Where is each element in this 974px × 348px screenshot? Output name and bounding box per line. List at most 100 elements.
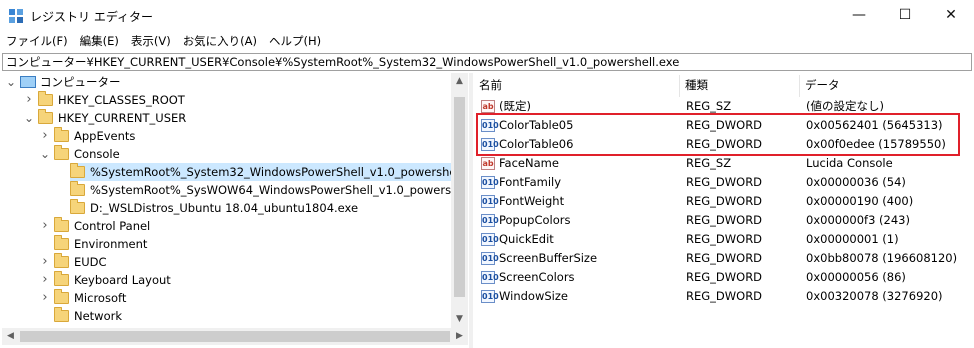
scroll-thumb[interactable] [454,97,465,297]
value-name: PopupColors [499,213,571,227]
chevron-right-icon[interactable]: › [40,289,50,307]
tree-item-label: Microsoft [74,291,127,305]
tree-item[interactable]: ⌄ HKEY_CURRENT_USER [2,109,462,127]
tree-item[interactable]: %SystemRoot%_SysWOW64_WindowsPowerShell_… [2,181,468,199]
binary-value-icon: 010 [481,271,499,284]
chevron-right-icon[interactable]: › [40,271,50,289]
scroll-down-icon[interactable]: ▼ [451,311,468,328]
value-type: REG_DWORD [686,175,763,189]
value-data: 0x00000056 (86) [806,270,906,284]
value-type: REG_DWORD [686,251,763,265]
value-row[interactable]: 010 QuickEdit REG_DWORD 0x00000001 (1) [474,230,974,249]
menu-help[interactable]: ヘルプ(H) [263,31,327,51]
tree-horizontal-scrollbar[interactable]: ◀ ▶ [2,328,468,345]
chevron-right-icon[interactable]: › [40,253,50,271]
value-row[interactable]: 010 FontFamily REG_DWORD 0x00000036 (54) [474,173,974,192]
folder-icon [70,199,85,214]
chevron-right-icon[interactable]: › [40,217,50,235]
address-bar[interactable]: コンピューター¥HKEY_CURRENT_USER¥Console¥%Syste… [2,53,972,71]
tree-item[interactable]: D:_WSLDistros_Ubuntu 18.04_ubuntu1804.ex… [2,199,462,217]
value-type: REG_DWORD [686,232,763,246]
tree-item[interactable]: › AppEvents [2,127,462,145]
maximize-button[interactable]: ☐ [882,0,928,30]
menu-file[interactable]: ファイル(F) [0,31,74,51]
value-row[interactable]: 010 ScreenBufferSize REG_DWORD 0x0bb80078 (… [474,249,974,268]
tree-item[interactable]: › HKEY_CLASSES_ROOT [2,91,462,109]
chevron-down-icon[interactable]: ⌄ [40,145,50,163]
tree-item[interactable]: ⌄ コンピューター [2,73,462,91]
value-type: REG_DWORD [686,270,763,284]
tree-vertical-scrollbar[interactable]: ▲ ▼ [451,73,468,328]
minimize-button[interactable]: — [836,0,882,30]
value-name: ScreenBufferSize [499,251,598,265]
tree-item-label: HKEY_CURRENT_USER [58,111,187,125]
folder-icon [38,91,53,106]
close-button[interactable]: ✕ [928,0,974,30]
scroll-up-icon[interactable]: ▲ [451,73,468,90]
tree-item-label: コンピューター [40,75,121,89]
value-row[interactable]: 010 PopupColors REG_DWORD 0x000000f3 (243) [474,211,974,230]
binary-value-icon: 010 [481,290,499,303]
tree-item-label: AppEvents [74,129,136,143]
value-name: FontFamily [499,175,562,189]
value-row[interactable]: 010 WindowSize REG_DWORD 0x00320078 (327692… [474,287,974,306]
menu-bar: ファイル(F) 編集(E) 表示(V) お気に入り(A) ヘルプ(H) [0,31,974,51]
tree-item[interactable]: Network [2,307,462,325]
tree-item-label: %SystemRoot%_SysWOW64_WindowsPowerShell_… [90,183,468,197]
value-data: 0x00000001 (1) [806,232,899,246]
value-data: 0x00320078 (3276920) [806,289,943,303]
tree-item-label: %SystemRoot%_System32_WindowsPowerShell_… [90,165,468,179]
tree-item-label: Console [74,147,120,161]
tree-item[interactable]: › Microsoft [2,289,462,307]
tree-item[interactable]: %SystemRoot%_System32_WindowsPowerShell_… [70,163,468,181]
pane-splitter[interactable] [469,73,473,348]
column-header-data[interactable]: データ [800,75,974,97]
chevron-down-icon[interactable]: ⌄ [6,73,16,91]
column-header-name[interactable]: 名前 [474,75,680,97]
value-data: 0x000000f3 (243) [806,213,910,227]
value-type: REG_DWORD [686,289,763,303]
folder-icon [54,289,69,304]
value-type: REG_DWORD [686,194,763,208]
folder-icon [54,145,69,160]
key-tree[interactable]: ⌄ コンピューター › HKEY_CLASSES_ROOT ⌄ HKEY_CURRENT_… [2,73,468,348]
folder-icon [54,217,69,232]
value-row[interactable]: ab FaceName REG_SZ Lucida Console [474,154,974,173]
chevron-right-icon[interactable]: › [40,127,50,145]
scroll-left-icon[interactable]: ◀ [2,328,19,345]
tree-item[interactable]: › Control Panel [2,217,462,235]
tree-item-label: EUDC [74,255,107,269]
tree-item-label: Keyboard Layout [74,273,171,287]
value-row[interactable]: 010 ScreenColors REG_DWORD 0x00000056 (86) [474,268,974,287]
folder-icon [54,271,69,286]
chevron-down-icon[interactable]: ⌄ [24,109,34,127]
tree-item[interactable]: Environment [2,235,462,253]
value-type: REG_SZ [686,156,732,170]
tree-item[interactable]: › Keyboard Layout [2,271,462,289]
folder-icon [54,235,69,250]
chevron-right-icon[interactable]: › [24,91,34,109]
scroll-right-icon[interactable]: ▶ [451,328,468,345]
binary-value-icon: 010 [481,176,499,189]
highlight-annotation [476,113,960,156]
tree-item-label: Network [74,309,123,323]
tree-item[interactable]: ⌄ Console [2,145,462,163]
value-name: FaceName [499,156,559,170]
string-value-icon: ab [481,157,495,170]
tree-item[interactable]: › EUDC [2,253,462,271]
string-value-icon: ab [481,100,495,113]
value-data: 0x00000190 (400) [806,194,914,208]
column-header-type[interactable]: 種類 [680,75,800,97]
value-name: ScreenColors [499,270,575,284]
folder-icon [54,253,69,268]
binary-value-icon: 010 [481,214,499,227]
value-row[interactable]: 010 FontWeight REG_DWORD 0x00000190 (400) [474,192,974,211]
menu-view[interactable]: 表示(V) [125,31,177,51]
value-name: FontWeight [499,194,565,208]
scroll-thumb[interactable] [20,331,450,342]
folder-icon [54,307,69,322]
menu-edit[interactable]: 編集(E) [74,31,125,51]
value-data: Lucida Console [806,156,893,170]
menu-favorites[interactable]: お気に入り(A) [177,31,263,51]
value-name: WindowSize [499,289,568,303]
